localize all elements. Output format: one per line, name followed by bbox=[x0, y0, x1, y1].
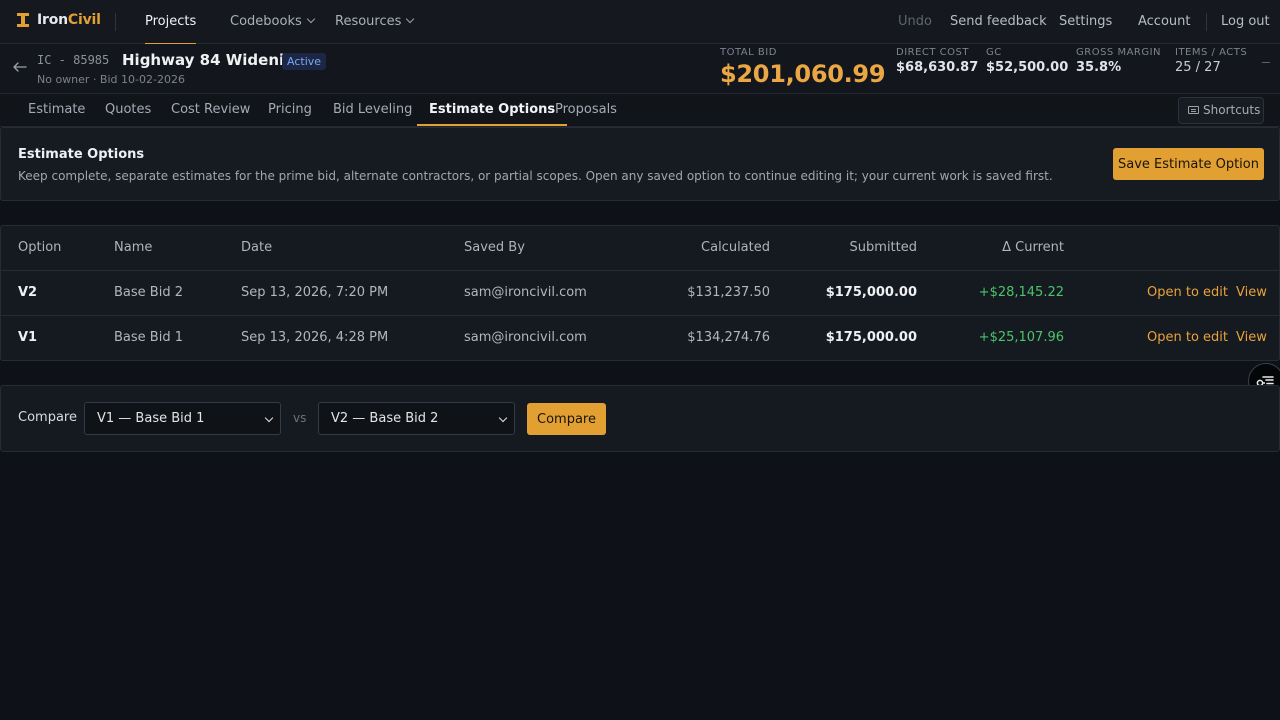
compare-panel: Compare V1 — Base Bid 1 vs V2 — Base Bid… bbox=[0, 385, 1280, 452]
panel-description: Keep complete, separate estimates for th… bbox=[18, 169, 1053, 183]
chevron-down-icon bbox=[406, 14, 415, 24]
row-date: Sep 13, 2026, 4:28 PM bbox=[241, 330, 389, 345]
chevron-down-icon bbox=[264, 413, 274, 423]
panel-title: Estimate Options bbox=[18, 147, 145, 162]
collapse-icon[interactable] bbox=[1262, 62, 1270, 63]
project-id: IC - 85985 bbox=[37, 53, 110, 67]
tab-bar: Estimate Quotes Cost Review Pricing Bid … bbox=[0, 94, 1280, 127]
total-bid-label: TOTAL BID bbox=[720, 47, 777, 58]
row-date: Sep 13, 2026, 7:20 PM bbox=[241, 285, 389, 300]
project-name: Highway 84 Widening bbox=[122, 51, 306, 69]
top-nav: IronCivil Projects Codebooks Resources U… bbox=[0, 0, 1280, 45]
row-submitted: $175,000.00 bbox=[825, 285, 917, 300]
items-acts-label: ITEMS / ACTS bbox=[1175, 47, 1248, 58]
tab-estimate-options[interactable]: Estimate Options bbox=[416, 94, 568, 126]
compare-left-value: V1 — Base Bid 1 bbox=[97, 411, 205, 426]
row-submitted: $175,000.00 bbox=[825, 330, 917, 345]
open-to-edit-link[interactable]: Open to edit bbox=[1147, 316, 1228, 361]
row-option: V1 bbox=[18, 330, 38, 345]
col-delta: Δ Current bbox=[1002, 240, 1064, 255]
ironcivil-logo-icon bbox=[17, 13, 29, 27]
open-to-edit-link[interactable]: Open to edit bbox=[1147, 271, 1228, 316]
keyboard-icon bbox=[1188, 106, 1199, 114]
options-table: Option Name Date Saved By Calculated Sub… bbox=[0, 225, 1280, 361]
row-option: V2 bbox=[18, 285, 38, 300]
direct-cost-value: $68,630.87 bbox=[896, 60, 979, 75]
tab-quotes[interactable]: Quotes bbox=[105, 94, 151, 126]
settings-link[interactable]: Settings bbox=[1059, 0, 1112, 44]
tab-pricing[interactable]: Pricing bbox=[268, 94, 312, 126]
gc-value: $52,500.00 bbox=[986, 60, 1069, 75]
gc-label: GC bbox=[986, 47, 1002, 58]
status-badge: Active bbox=[282, 53, 327, 70]
nav-divider bbox=[115, 13, 116, 31]
items-acts-value: 25 / 27 bbox=[1175, 60, 1221, 75]
compare-right-select[interactable]: V2 — Base Bid 2 bbox=[318, 402, 515, 435]
view-link[interactable]: View bbox=[1236, 316, 1267, 361]
row-delta: +$28,145.22 bbox=[978, 285, 1064, 300]
row-saved-by: sam@ironcivil.com bbox=[464, 285, 587, 300]
col-calculated: Calculated bbox=[701, 240, 770, 255]
account-link[interactable]: Account bbox=[1138, 0, 1191, 44]
col-option: Option bbox=[18, 240, 62, 255]
tab-bid-leveling[interactable]: Bid Leveling bbox=[333, 94, 412, 126]
gross-margin-label: GROSS MARGIN bbox=[1076, 47, 1162, 58]
vs-label: vs bbox=[293, 411, 307, 425]
save-estimate-option-button[interactable]: Save Estimate Option bbox=[1113, 148, 1264, 180]
row-saved-by: sam@ironcivil.com bbox=[464, 330, 587, 345]
row-name: Base Bid 2 bbox=[114, 285, 183, 300]
tab-cost-review[interactable]: Cost Review bbox=[171, 94, 250, 126]
logo-text: IronCivil bbox=[37, 12, 101, 28]
compare-button[interactable]: Compare bbox=[527, 403, 606, 435]
chevron-down-icon bbox=[306, 14, 315, 24]
shortcuts-label: Shortcuts bbox=[1203, 103, 1261, 117]
compare-label: Compare bbox=[18, 410, 77, 425]
chevron-down-icon bbox=[498, 413, 508, 423]
undo-button[interactable]: Undo bbox=[898, 0, 932, 44]
tab-estimate[interactable]: Estimate bbox=[28, 94, 85, 126]
total-bid-value: $201,060.99 bbox=[720, 60, 886, 88]
col-date: Date bbox=[241, 240, 273, 255]
direct-cost-label: DIRECT COST bbox=[896, 47, 969, 58]
nav-divider bbox=[1206, 13, 1207, 31]
table-row: V1 Base Bid 1 Sep 13, 2026, 4:28 PM sam@… bbox=[1, 316, 1279, 361]
logo[interactable]: IronCivil bbox=[17, 12, 101, 28]
nav-resources[interactable]: Resources bbox=[335, 0, 415, 44]
back-arrow-icon[interactable] bbox=[11, 58, 29, 76]
row-calculated: $131,237.50 bbox=[687, 285, 770, 300]
view-link[interactable]: View bbox=[1236, 271, 1267, 316]
project-header: IC - 85985 Highway 84 Widening Active No… bbox=[0, 44, 1280, 94]
compare-right-value: V2 — Base Bid 2 bbox=[331, 411, 439, 426]
col-submitted: Submitted bbox=[849, 240, 917, 255]
send-feedback-link[interactable]: Send feedback bbox=[950, 0, 1047, 44]
compare-left-select[interactable]: V1 — Base Bid 1 bbox=[84, 402, 281, 435]
tab-proposals[interactable]: Proposals bbox=[555, 94, 617, 126]
row-delta: +$25,107.96 bbox=[978, 330, 1064, 345]
project-subtitle: No owner · Bid 10-02-2026 bbox=[37, 73, 185, 86]
estimate-options-panel: Estimate Options Keep complete, separate… bbox=[0, 127, 1280, 201]
nav-codebooks[interactable]: Codebooks bbox=[230, 0, 315, 44]
nav-projects[interactable]: Projects bbox=[145, 0, 197, 45]
row-calculated: $134,274.76 bbox=[687, 330, 770, 345]
logout-link[interactable]: Log out bbox=[1221, 0, 1270, 44]
shortcuts-button[interactable]: Shortcuts bbox=[1178, 97, 1264, 124]
col-name: Name bbox=[114, 240, 153, 255]
row-name: Base Bid 1 bbox=[114, 330, 183, 345]
table-row: V2 Base Bid 2 Sep 13, 2026, 7:20 PM sam@… bbox=[1, 271, 1279, 316]
col-saved-by: Saved By bbox=[464, 240, 525, 255]
table-header-row: Option Name Date Saved By Calculated Sub… bbox=[1, 226, 1279, 271]
gross-margin-value: 35.8% bbox=[1076, 60, 1122, 75]
